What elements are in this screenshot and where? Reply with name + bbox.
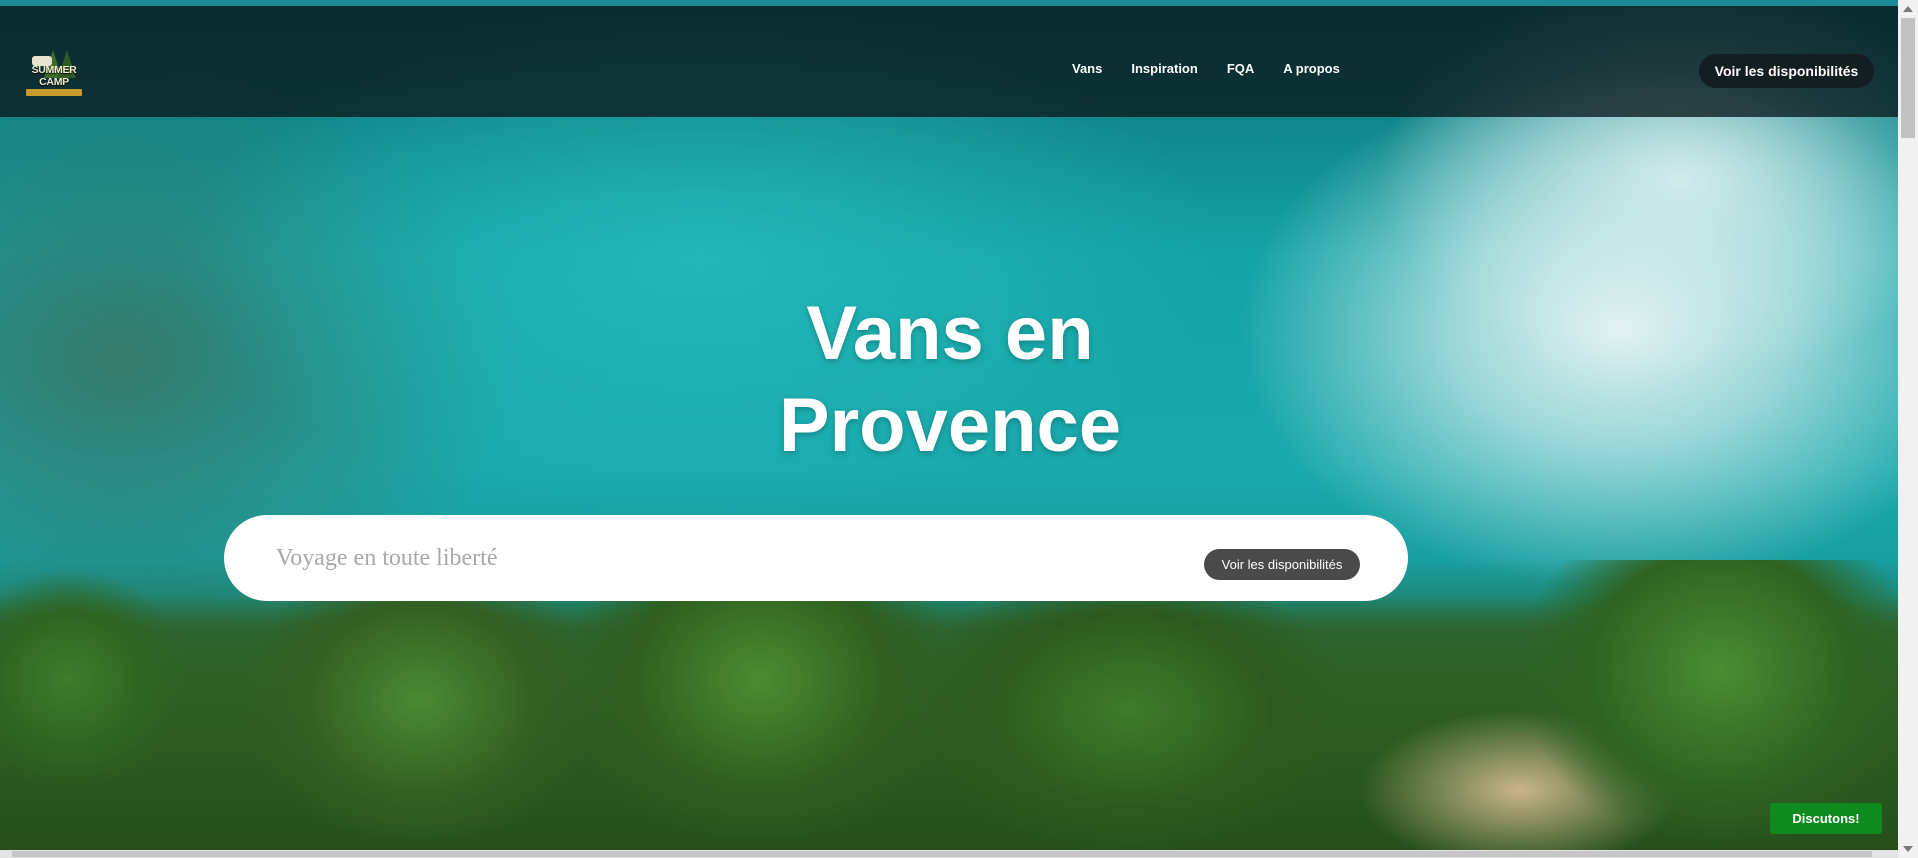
chat-button[interactable]: Discutons!	[1770, 803, 1882, 834]
scroll-down-arrow-icon[interactable]	[1903, 846, 1913, 852]
horizontal-scroll-thumb[interactable]	[12, 851, 1872, 857]
nav-a-propos[interactable]: A propos	[1283, 61, 1340, 76]
logo-text: SUMMER CAMP	[31, 64, 77, 88]
search-availability-button[interactable]: Voir les disponibilités	[1204, 549, 1360, 580]
logo-tagline-ribbon	[26, 89, 82, 96]
header-availability-button[interactable]: Voir les disponibilités	[1699, 54, 1874, 88]
hero-trees-foreground	[0, 560, 1898, 850]
horizontal-scrollbar[interactable]	[0, 850, 1898, 858]
summer-camp-logo[interactable]: SUMMER CAMP	[18, 38, 90, 96]
scroll-up-arrow-icon[interactable]	[1903, 6, 1913, 12]
nav-fqa[interactable]: FQA	[1227, 61, 1254, 76]
main-nav: Vans Inspiration FQA A propos	[1072, 61, 1340, 76]
vertical-scrollbar[interactable]	[1898, 0, 1918, 858]
hero-title: Vans en Provence	[778, 291, 1122, 468]
hero-search-bar: Voir les disponibilités	[224, 515, 1408, 601]
scroll-thumb[interactable]	[1901, 18, 1915, 138]
search-input[interactable]	[274, 537, 1078, 579]
nav-inspiration[interactable]: Inspiration	[1131, 61, 1197, 76]
site-header: SUMMER CAMP Vans Inspiration FQA A propo…	[0, 6, 1898, 117]
nav-vans[interactable]: Vans	[1072, 61, 1102, 76]
